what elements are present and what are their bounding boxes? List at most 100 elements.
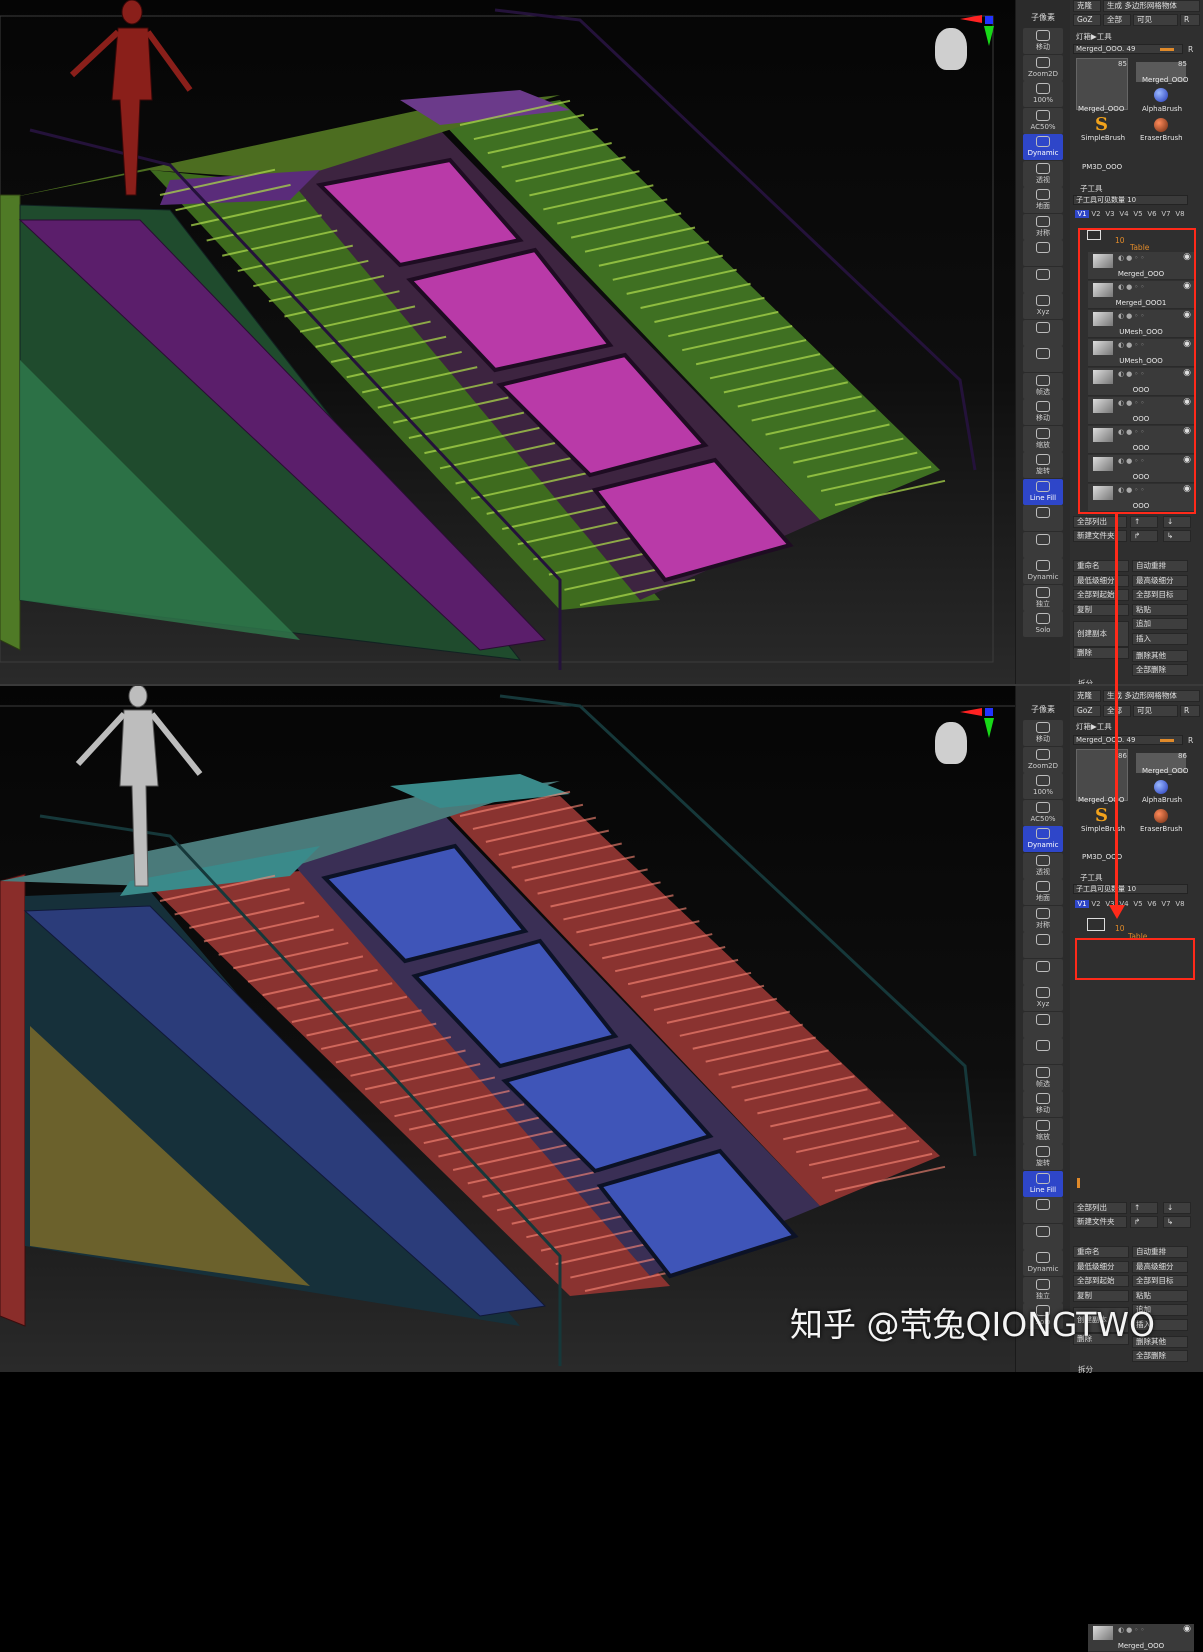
eye-icon[interactable]: ◉ (1183, 1624, 1191, 1634)
lowest-subdiv-button[interactable]: 最低级细分 (1073, 574, 1129, 587)
alphabrush-icon[interactable] (1154, 88, 1168, 102)
axis-gizmo-icon-bottom[interactable] (985, 708, 993, 716)
bottom-shelf-button[interactable] (1023, 932, 1063, 958)
version-tab-v7[interactable]: V7 (1159, 210, 1173, 218)
bottom-shelf-button[interactable]: 旋转 (1023, 1144, 1063, 1170)
version-tab-v6[interactable]: V6 (1145, 900, 1159, 908)
top-shelf-button[interactable] (1023, 531, 1063, 558)
rename-button[interactable]: 重命名 (1073, 560, 1129, 572)
top-shelf-button[interactable]: 独立 (1023, 584, 1063, 611)
axis-gizmo-icon[interactable] (985, 16, 993, 24)
top-shelf-button[interactable]: 对称 (1023, 213, 1063, 240)
rename-button[interactable]: 重命名 (1073, 1246, 1129, 1258)
append-button[interactable]: 追加 (1132, 618, 1188, 630)
bottom-shelf-button[interactable]: 缩放 (1023, 1117, 1063, 1144)
highest-subdiv-button[interactable]: 最高级细分 (1132, 1260, 1188, 1273)
head-orientation-icon[interactable] (935, 28, 967, 70)
list-all-button[interactable]: 全部列出 (1073, 1202, 1127, 1214)
version-tab-v4[interactable]: V4 (1117, 210, 1131, 218)
insert-button[interactable]: 插入 (1132, 632, 1188, 645)
list-all-button[interactable]: 全部列出 (1073, 516, 1127, 528)
bottom-shelf-button[interactable]: 移动 (1023, 1091, 1063, 1117)
version-tab-v8[interactable]: V8 (1173, 900, 1187, 908)
eraserbrush-icon[interactable] (1154, 118, 1168, 132)
auto-reorder-button[interactable]: 自动重排 (1132, 560, 1188, 572)
version-tab-v3[interactable]: V3 (1103, 210, 1117, 218)
visible-button-bottom[interactable]: 可见 (1133, 705, 1178, 717)
move-up-button[interactable]: ↑ (1130, 1202, 1158, 1214)
all-to-target-button[interactable]: 全部到目标 (1132, 1275, 1188, 1287)
simplebrush-icon[interactable]: S (1095, 114, 1108, 135)
top-shelf-button[interactable] (1023, 240, 1063, 266)
auto-reorder-button[interactable]: 自动重排 (1132, 1246, 1188, 1258)
bottom-shelf-button[interactable]: 地面 (1023, 879, 1063, 905)
head-orientation-icon-bottom[interactable] (935, 722, 967, 764)
top-shelf-button[interactable]: Dynamic (1023, 134, 1063, 160)
current-tool-slider-bottom[interactable]: Merged_OOO. 49 (1073, 735, 1183, 745)
eraserbrush-icon-bottom[interactable] (1154, 809, 1168, 823)
bottom-shelf-button[interactable]: 100% (1023, 773, 1063, 799)
folder-out-button[interactable]: ↱ (1130, 530, 1158, 542)
bottom-shelf-button[interactable]: 移动 (1023, 720, 1063, 746)
top-shelf-button[interactable]: AC50% (1023, 107, 1063, 134)
bottom-shelf-button[interactable]: AC50% (1023, 799, 1063, 826)
all-button[interactable]: 全部 (1103, 14, 1131, 26)
make-polymesh-button[interactable]: 生成 多边形网格物体 (1103, 0, 1200, 12)
lightbox-tools-label-bottom[interactable]: 灯箱▶工具 (1076, 721, 1112, 732)
top-shelf-button[interactable]: 100% (1023, 81, 1063, 107)
version-tab-v2[interactable]: V2 (1089, 900, 1103, 908)
version-tab-v6[interactable]: V6 (1145, 210, 1159, 218)
bottom-shelf-button[interactable] (1023, 1197, 1063, 1223)
bottom-shelf-button[interactable] (1023, 1223, 1063, 1250)
top-shelf-button[interactable] (1023, 505, 1063, 531)
delete-button[interactable]: 删除 (1073, 647, 1129, 659)
version-tab-v1[interactable]: V1 (1075, 900, 1089, 908)
move-down-button[interactable]: ↓ (1163, 516, 1191, 528)
subtool-controls-icon[interactable]: ◐●◦◦ (1118, 1626, 1146, 1634)
r-button[interactable]: R (1180, 14, 1200, 26)
scroll-indicator[interactable] (1077, 1178, 1080, 1188)
version-tab-v2[interactable]: V2 (1089, 210, 1103, 218)
all-to-target-button[interactable]: 全部到目标 (1132, 589, 1188, 601)
lightbox-tools-label[interactable]: 灯箱▶工具 (1076, 31, 1112, 42)
bottom-shelf-button[interactable] (1023, 958, 1063, 985)
bottom-shelf-button[interactable]: Line Fill (1023, 1170, 1063, 1197)
paste-button[interactable]: 粘贴 (1132, 603, 1188, 616)
top-shelf-button[interactable] (1023, 319, 1063, 346)
goz-button-bottom[interactable]: GoZ (1073, 705, 1101, 717)
top-shelf-button[interactable]: Dynamic (1023, 558, 1063, 584)
delete-all-button[interactable]: 全部删除 (1132, 1350, 1188, 1363)
top-shelf-button[interactable]: 地面 (1023, 187, 1063, 213)
top-shelf-button[interactable]: 旋转 (1023, 452, 1063, 478)
version-tab-v5[interactable]: V5 (1131, 210, 1145, 218)
goz-button[interactable]: GoZ (1073, 14, 1101, 26)
bottom-shelf-button[interactable]: Dynamic (1023, 826, 1063, 852)
simplebrush-icon-bottom[interactable]: S (1095, 805, 1108, 826)
folder-in-button[interactable]: ↳ (1163, 1216, 1191, 1228)
bottom-shelf-button[interactable]: 对称 (1023, 905, 1063, 932)
version-tab-v5[interactable]: V5 (1131, 900, 1145, 908)
split-label-bottom[interactable]: 拆分 (1078, 1364, 1093, 1375)
bottom-shelf-button[interactable]: Xyz (1023, 985, 1063, 1011)
current-tool-slider[interactable]: Merged_OOO. 49 (1073, 44, 1183, 54)
top-shelf-button[interactable]: 帧选 (1023, 372, 1063, 399)
version-tab-v7[interactable]: V7 (1159, 900, 1173, 908)
version-tab-v8[interactable]: V8 (1173, 210, 1187, 218)
r-button-bottom[interactable]: R (1180, 705, 1200, 717)
bottom-shelf-button[interactable] (1023, 1038, 1063, 1064)
top-shelf-button[interactable]: Zoom2D (1023, 54, 1063, 81)
folder-out-button[interactable]: ↱ (1130, 1216, 1158, 1228)
visible-count-slider[interactable]: 子工具可见数量 10 (1073, 195, 1188, 205)
bottom-shelf-button[interactable]: Zoom2D (1023, 746, 1063, 773)
bottom-shelf-button[interactable]: Dynamic (1023, 1250, 1063, 1276)
top-shelf-button[interactable]: Xyz (1023, 293, 1063, 319)
subtool-header-bottom[interactable]: 子工具 (1080, 872, 1103, 883)
viewport-3d-bottom[interactable] (0, 686, 1015, 1372)
current-tool-r[interactable]: R (1188, 45, 1193, 54)
all-to-start-button[interactable]: 全部到起始 (1073, 589, 1129, 601)
current-tool-r-bottom[interactable]: R (1188, 736, 1193, 745)
top-shelf-button[interactable]: 透视 (1023, 160, 1063, 187)
bottom-shelf-button[interactable]: 透视 (1023, 852, 1063, 879)
top-shelf-button[interactable]: 缩放 (1023, 425, 1063, 452)
alphabrush-icon-bottom[interactable] (1154, 780, 1168, 794)
